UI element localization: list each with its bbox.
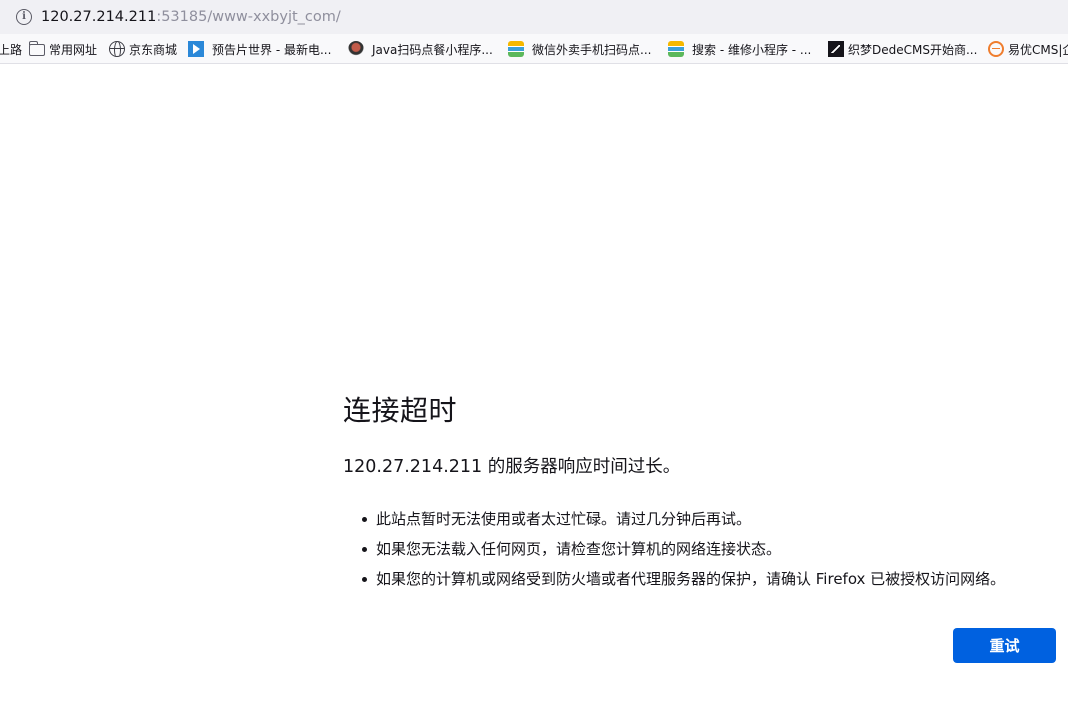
stack-icon (668, 41, 684, 57)
url-path: :53185/www-xxbyjt_com/ (156, 9, 341, 25)
folder-icon (29, 41, 45, 56)
bookmark-label: 预告片世界 - 最新电... (212, 42, 332, 57)
info-icon[interactable]: i (16, 9, 32, 25)
bookmark-label: Java扫码点餐小程序... (372, 42, 493, 57)
retry-button[interactable]: 重试 (953, 628, 1056, 663)
bookmark-label: 微信外卖手机扫码点... (532, 42, 652, 57)
bookmark-label: 上路 (0, 42, 23, 57)
bookmark-wechat[interactable]: 微信外卖手机扫码点... (508, 34, 652, 63)
dedecms-icon (828, 41, 844, 57)
suggestion-item: 如果您无法载入任何网页，请检查您计算机的网络连接状态。 (361, 538, 1005, 568)
url-text[interactable]: 120.27.214.211:53185/www-xxbyjt_com/ (41, 9, 341, 25)
java-icon (348, 41, 364, 57)
play-icon (188, 41, 204, 57)
bookmark-label: 易优CMS|企 (1008, 42, 1068, 57)
error-title: 连接超时 (343, 394, 458, 427)
bookmark-item[interactable]: 上路 (0, 34, 23, 63)
bookmark-dedecms[interactable]: 织梦DedeCMS开始商... (828, 34, 978, 63)
globe-icon (109, 41, 125, 57)
bookmark-label: 织梦DedeCMS开始商... (848, 42, 978, 57)
bookmark-label: 京东商城 (129, 42, 178, 57)
bookmark-label: 搜索 - 维修小程序 - ... (692, 42, 812, 57)
address-bar[interactable]: i 120.27.214.211:53185/www-xxbyjt_com/ (0, 0, 1068, 34)
bookmark-java[interactable]: Java扫码点餐小程序... (348, 34, 493, 63)
bookmarks-toolbar: 上路 常用网址 京东商城 预告片世界 - 最新电... Java扫码点餐小程序.… (0, 34, 1068, 64)
stack-icon (508, 41, 524, 57)
eyoucms-icon (988, 41, 1004, 57)
suggestion-item: 此站点暂时无法使用或者太过忙碌。请过几分钟后再试。 (361, 508, 1005, 538)
bookmark-jd[interactable]: 京东商城 (109, 34, 178, 63)
bookmark-search[interactable]: 搜索 - 维修小程序 - ... (668, 34, 812, 63)
error-suggestions: 此站点暂时无法使用或者太过忙碌。请过几分钟后再试。 如果您无法载入任何网页，请检… (361, 508, 1005, 598)
bookmark-eyoucms[interactable]: 易优CMS|企 (988, 34, 1068, 63)
url-host: 120.27.214.211 (41, 9, 157, 25)
bookmark-trailer[interactable]: 预告片世界 - 最新电... (188, 34, 332, 63)
bookmark-label: 常用网址 (49, 42, 98, 57)
bookmark-folder-common[interactable]: 常用网址 (29, 34, 98, 63)
suggestion-item: 如果您的计算机或网络受到防火墙或者代理服务器的保护，请确认 Firefox 已被… (361, 568, 1005, 598)
error-description: 120.27.214.211 的服务器响应时间过长。 (343, 457, 681, 477)
